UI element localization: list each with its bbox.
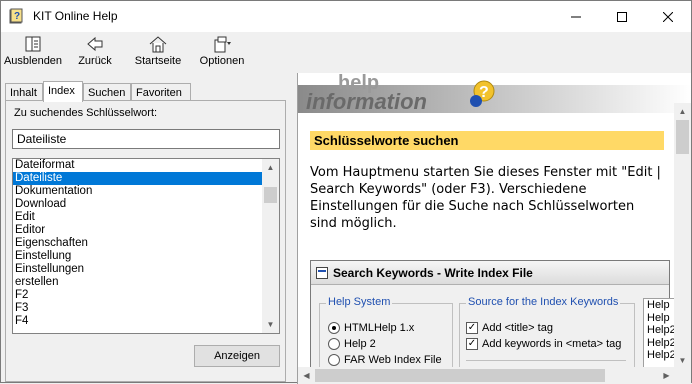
scroll-down-icon[interactable]: ▼ (262, 316, 279, 333)
list-item[interactable]: Einstellung (13, 250, 262, 263)
show-button[interactable]: Anzeigen (194, 345, 280, 367)
keyword-input[interactable] (12, 129, 280, 149)
list-item[interactable]: F2 (13, 289, 262, 302)
hide-pane-icon (25, 36, 41, 52)
window-title: KIT Online Help (33, 9, 118, 23)
list-item[interactable]: erstellen (13, 276, 262, 289)
radio-htmlhelp-label: HTMLHelp 1.x (344, 322, 415, 334)
checkbox-title-tag-label: Add <title> tag (482, 322, 553, 334)
hide-button[interactable]: Ausblenden (3, 35, 63, 71)
options-button[interactable]: Optionen (197, 35, 247, 71)
divider (466, 360, 626, 361)
list-item[interactable]: Dateiliste (13, 172, 262, 185)
list-item[interactable]: Dokumentation (13, 185, 262, 198)
scroll-thumb[interactable] (676, 120, 689, 154)
scrollbar-corner (674, 367, 691, 384)
maximize-button[interactable] (599, 1, 645, 32)
home-label: Startseite (134, 55, 182, 67)
keyword-list[interactable]: Dateiformat Dateiliste Dokumentation Downlo… (12, 158, 280, 334)
article: Schlüsselworte suchen Vom Hauptmenu star… (310, 131, 664, 232)
content-pane: help information ? Schlüsselworte suchen… (297, 73, 691, 384)
minimize-icon (571, 16, 581, 17)
checkbox-title-tag[interactable]: ✓ Add <title> tag (466, 322, 553, 334)
back-button[interactable]: Zurück (75, 35, 115, 71)
radio-help2-label: Help 2 (344, 338, 376, 350)
radio-far[interactable]: FAR Web Index File (328, 354, 442, 366)
content-horizontal-scrollbar[interactable]: ◀ ▶ (298, 367, 675, 384)
tab-inhalt[interactable]: Inhalt (5, 83, 43, 101)
radio-htmlhelp[interactable]: HTMLHelp 1.x (328, 322, 414, 334)
keyword-list-scrollbar[interactable]: ▲ ▼ (262, 159, 279, 333)
banner-word-information: information (306, 89, 427, 113)
help-information-banner: help information ? (298, 73, 691, 114)
help-app-icon: ? (9, 8, 23, 24)
checkbox-meta-tag[interactable]: ✓ Add keywords in <meta> tag (466, 338, 621, 350)
radio-icon (328, 354, 340, 366)
home-button[interactable]: Startseite (133, 35, 183, 71)
list-item[interactable]: Einstellungen (13, 263, 262, 276)
scroll-thumb[interactable] (315, 369, 605, 382)
title-bar[interactable]: ? KIT Online Help (1, 1, 691, 32)
radio-selected-icon (328, 322, 340, 334)
dialog-title-text: Search Keywords - Write Index File (333, 266, 533, 280)
back-label: Zurück (78, 55, 112, 67)
list-item[interactable]: Dateiformat (13, 159, 262, 172)
maximize-icon (617, 11, 627, 22)
scroll-right-icon[interactable]: ▶ (658, 367, 675, 384)
scroll-up-icon[interactable]: ▲ (674, 103, 691, 120)
list-item[interactable]: F3 (13, 302, 262, 315)
scroll-left-icon[interactable]: ◀ (298, 367, 315, 384)
tab-favoriten[interactable]: Favoriten (131, 83, 191, 101)
home-icon (149, 36, 167, 53)
tab-strip: Inhalt Index Suchen Favoriten (5, 81, 285, 102)
minimize-button[interactable] (553, 1, 599, 32)
article-heading: Schlüsselworte suchen (310, 131, 664, 150)
keyword-list-items: Dateiformat Dateiliste Dokumentation Downlo… (13, 159, 279, 328)
checkbox-meta-tag-label: Add keywords in <meta> tag (482, 338, 622, 350)
tab-suchen[interactable]: Suchen (83, 83, 131, 101)
close-icon (663, 11, 673, 22)
options-label: Optionen (199, 55, 245, 67)
back-arrow-icon (87, 36, 103, 52)
scroll-thumb[interactable] (264, 187, 277, 203)
list-item[interactable]: Edit (13, 211, 262, 224)
source-label: Source for the Index Keywords (466, 296, 621, 308)
dialog-title: Search Keywords - Write Index File (311, 261, 669, 285)
radio-icon (328, 338, 340, 350)
help-system-label: Help System (326, 296, 393, 308)
index-tab-panel: Zu suchendes Schlüsselwort: DateiformatD… (5, 100, 286, 382)
scroll-up-icon[interactable]: ▲ (262, 159, 279, 176)
list-item[interactable]: F4 (13, 315, 262, 328)
options-icon (214, 36, 231, 53)
close-button[interactable] (645, 1, 691, 32)
dialog-icon (316, 267, 328, 279)
keyword-label: Zu suchendes Schlüsselwort: (14, 107, 158, 119)
svg-text:?: ? (14, 11, 20, 22)
dialog-screenshot: Search Keywords - Write Index File Help … (310, 260, 691, 384)
toolbar: Ausblenden Zurück Startseite Optionen (1, 32, 691, 72)
checkbox-checked-icon: ✓ (466, 322, 478, 334)
tab-index[interactable]: Index (43, 81, 83, 102)
list-item[interactable]: Download (13, 198, 262, 211)
navigation-pane: Inhalt Index Suchen Favoriten Zu suchend… (1, 73, 288, 384)
content-vertical-scrollbar[interactable]: ▲ ▼ (674, 103, 691, 369)
list-item[interactable]: Editor (13, 224, 262, 237)
hide-label: Ausblenden (3, 55, 63, 67)
radio-far-label: FAR Web Index File (344, 354, 442, 366)
banner-logo: help information ? (298, 73, 691, 114)
radio-help2[interactable]: Help 2 (328, 338, 376, 350)
list-item[interactable]: Eigenschaften (13, 237, 262, 250)
checkbox-checked-icon: ✓ (466, 338, 478, 350)
help-window: ? KIT Online Help Ausblenden Zurück Star… (0, 0, 692, 384)
article-paragraph: Vom Hauptmenu starten Sie dieses Fenster… (310, 165, 661, 231)
